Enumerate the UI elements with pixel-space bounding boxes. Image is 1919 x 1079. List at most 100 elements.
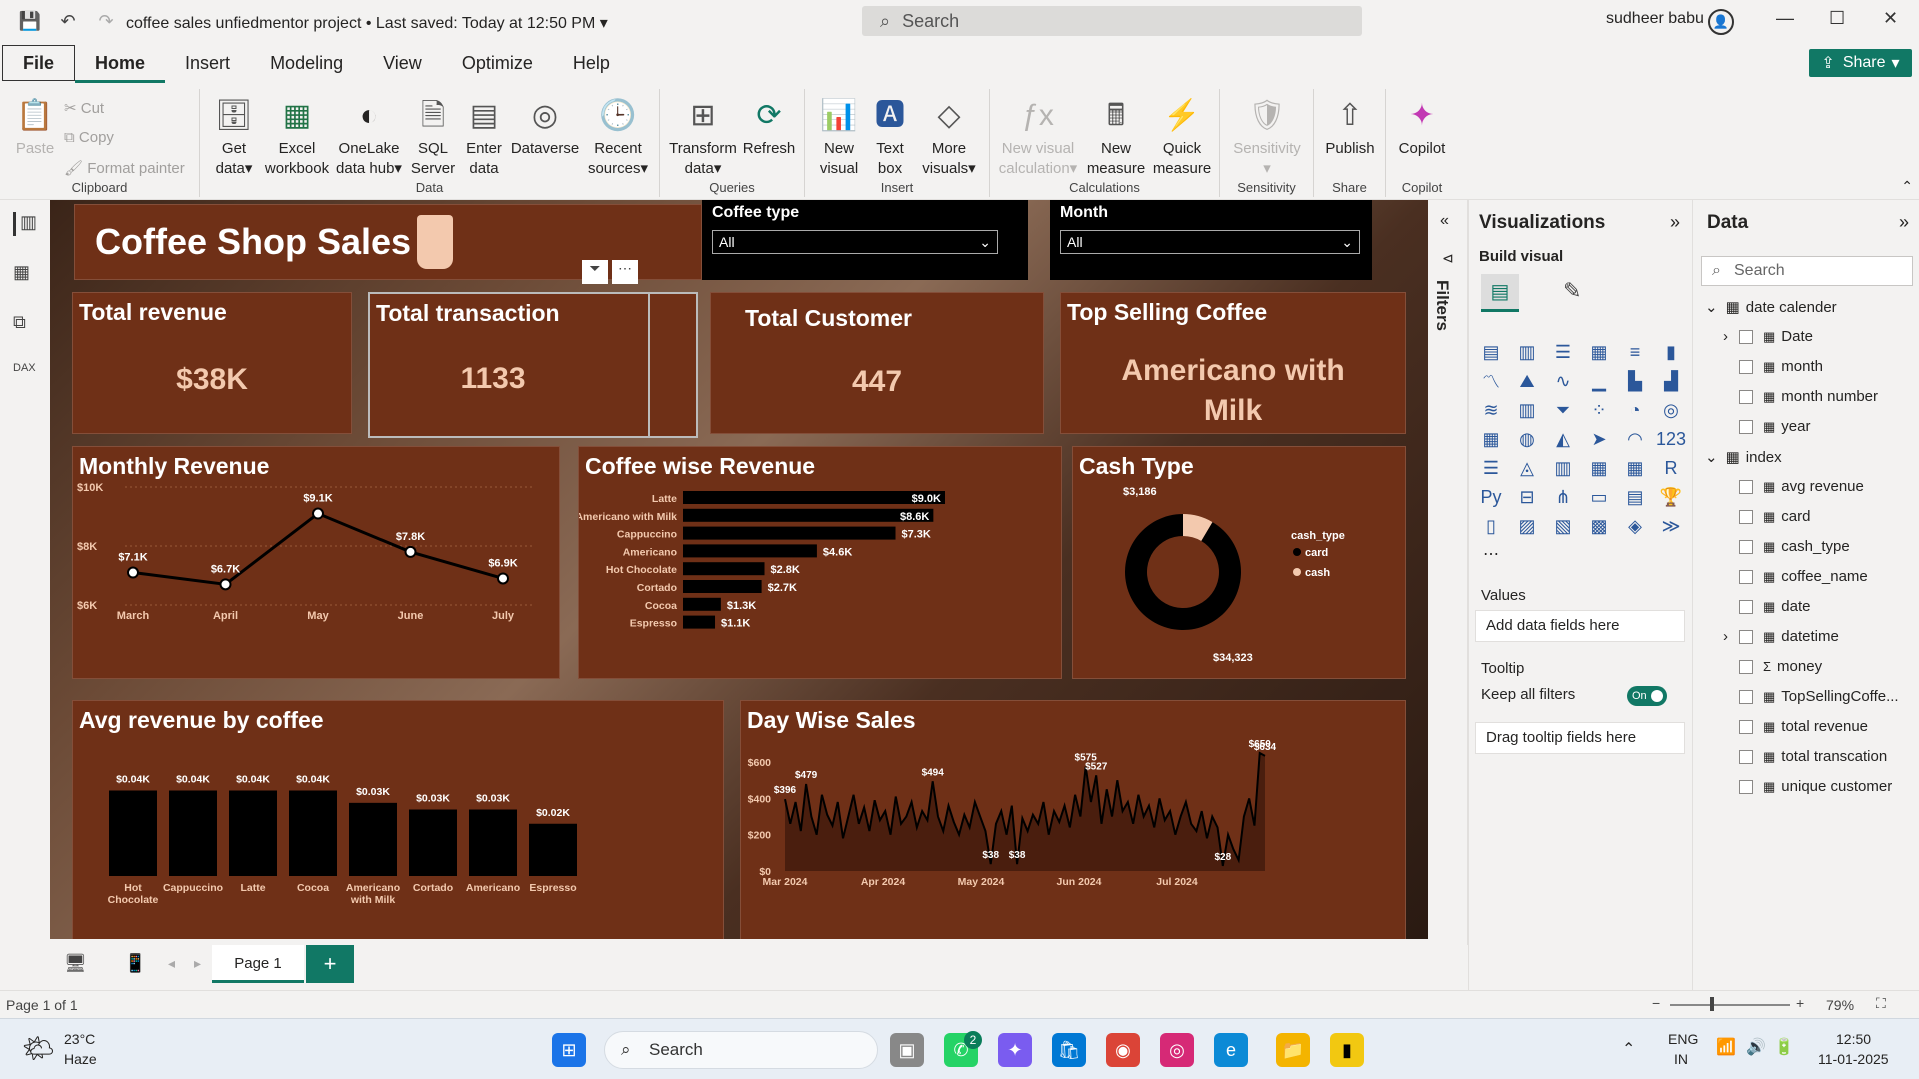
data-search-input[interactable]: ⌕ Search [1701, 256, 1913, 286]
field-item[interactable]: ▦ date [1723, 598, 1811, 615]
add-page-button[interactable]: + [306, 945, 354, 983]
field-checkbox[interactable] [1739, 509, 1753, 524]
visual-type-icon[interactable]: ▦ [1621, 454, 1649, 482]
table-node[interactable]: ⌄ ▦ index [1705, 448, 1782, 467]
field-item[interactable]: ▦ month [1723, 358, 1823, 375]
tab-view[interactable]: View [363, 43, 442, 83]
field-item[interactable]: ▦ coffee_name [1723, 568, 1868, 585]
visual-type-icon[interactable]: ☰ [1477, 454, 1505, 482]
collapse-left-icon[interactable]: « [1440, 212, 1449, 230]
tab-home[interactable]: Home [75, 43, 166, 83]
recent-sources-button[interactable]: 🕒 Recent sources▾ [582, 95, 654, 179]
visual-type-icon[interactable]: ≡ [1621, 338, 1649, 366]
new-visual-button[interactable]: 📊 New visual [813, 95, 865, 179]
field-item[interactable]: Σmoney [1723, 658, 1822, 675]
field-item[interactable]: ▦ TopSellingCoffe... [1723, 688, 1899, 705]
filters-pane[interactable]: « ⊲ Filters [1428, 200, 1468, 945]
field-item[interactable]: ▦ card [1723, 508, 1810, 525]
copilot-button[interactable]: ✦ Copilot [1392, 95, 1452, 159]
visual-type-icon[interactable]: ▭ [1585, 483, 1613, 511]
field-checkbox[interactable] [1739, 659, 1753, 674]
table-node[interactable]: ⌄ ▦ date calender [1705, 298, 1837, 317]
visual-type-icon[interactable]: ▨ [1513, 512, 1541, 540]
visual-type-icon[interactable]: ▮ [1657, 338, 1685, 366]
powerbi-icon[interactable]: ▮ [1330, 1033, 1364, 1067]
tab-modeling[interactable]: Modeling [250, 43, 363, 83]
tab-insert[interactable]: Insert [165, 43, 250, 83]
chevron-down-icon[interactable]: ⌄ [1705, 448, 1718, 466]
minimize-icon[interactable]: — [1776, 8, 1794, 29]
redo-icon[interactable]: ↷ [92, 7, 120, 35]
visual-type-icon[interactable]: ▦ [1585, 338, 1613, 366]
visual-type-icon[interactable]: ▁ [1585, 367, 1613, 395]
field-checkbox[interactable] [1739, 359, 1753, 374]
field-item[interactable]: ▦ total revenue [1723, 718, 1868, 735]
sensitivity-button[interactable]: 🛡 Sensitivity ▾ [1224, 95, 1310, 179]
tooltip-drop-zone[interactable]: Drag tooltip fields here [1475, 722, 1685, 754]
sql-server-button[interactable]: 🗎 SQL Server [408, 95, 458, 179]
paste-button[interactable]: 📋 Paste [12, 95, 58, 159]
tab-optimize[interactable]: Optimize [442, 43, 553, 83]
zoom-in-icon[interactable]: + [1796, 995, 1804, 1011]
field-item[interactable]: ▦ unique customer [1723, 778, 1892, 795]
field-checkbox[interactable] [1739, 689, 1753, 704]
field-item[interactable]: ▦ total transcation [1723, 748, 1887, 765]
visual-type-icon[interactable]: ▙ [1621, 367, 1649, 395]
refresh-button[interactable]: ⟳ Refresh [740, 95, 798, 159]
values-drop-zone[interactable]: Add data fields here [1475, 610, 1685, 642]
next-page-icon[interactable]: ▸ [194, 955, 201, 972]
visual-type-icon[interactable]: ▯ [1477, 512, 1505, 540]
transform-data-button[interactable]: ⊞ Transform data▾ [668, 95, 738, 179]
expand-right-icon[interactable]: » [1670, 212, 1680, 233]
field-item[interactable]: › ▦ Date [1723, 328, 1813, 345]
field-checkbox[interactable] [1739, 629, 1753, 644]
get-data-button[interactable]: 🗄 Get data▾ [208, 95, 260, 179]
build-visual-icon[interactable]: ▤ [1481, 274, 1519, 312]
visual-type-icon[interactable]: ▥ [1513, 396, 1541, 424]
chevron-down-icon[interactable]: ▾ [600, 15, 608, 32]
field-checkbox[interactable] [1739, 539, 1753, 554]
format-visual-icon[interactable]: ✎ [1563, 278, 1581, 304]
report-view-icon[interactable]: ▥ [13, 212, 37, 236]
visual-type-icon[interactable]: ▟ [1657, 367, 1685, 395]
start-icon[interactable]: ⊞ [552, 1033, 586, 1067]
visual-type-icon[interactable]: ◬ [1513, 454, 1541, 482]
field-checkbox[interactable] [1739, 329, 1753, 344]
visual-type-icon[interactable]: 🏆 [1657, 483, 1685, 511]
battery-icon[interactable]: 🔋 [1774, 1037, 1794, 1057]
edge-icon[interactable]: e [1214, 1033, 1248, 1067]
mobile-view-icon[interactable]: 📱 [124, 953, 146, 974]
coffee-type-dropdown[interactable]: All ⌄ [712, 230, 998, 254]
field-checkbox[interactable] [1739, 599, 1753, 614]
maximize-icon[interactable]: ☐ [1829, 8, 1845, 29]
visual-type-icon[interactable]: ⁘ [1585, 396, 1613, 424]
visual-type-icon[interactable]: ▥ [1513, 338, 1541, 366]
tab-help[interactable]: Help [553, 43, 630, 83]
field-checkbox[interactable] [1739, 719, 1753, 734]
instagram-icon[interactable]: ◎ [1160, 1033, 1194, 1067]
text-box-button[interactable]: 🅰 Text box [867, 95, 913, 179]
visual-type-icon[interactable]: ▧ [1549, 512, 1577, 540]
visual-type-icon[interactable]: ◎ [1657, 396, 1685, 424]
desktop-view-icon[interactable]: 🖥 [64, 953, 87, 974]
collapse-ribbon-icon[interactable]: ⌃ [1901, 178, 1913, 195]
chrome-icon[interactable]: ◉ [1106, 1033, 1140, 1067]
field-item[interactable]: ▦ month number [1723, 388, 1878, 405]
visual-type-icon[interactable]: ≫ [1657, 512, 1685, 540]
field-item[interactable]: ▦ year [1723, 418, 1810, 435]
undo-icon[interactable]: ↶ [54, 7, 82, 35]
visual-type-icon[interactable]: ▥ [1549, 454, 1577, 482]
tab-file[interactable]: File [2, 45, 76, 81]
search-input[interactable]: ⌕ Search [862, 6, 1362, 36]
share-button[interactable]: ⇪ Share ▾ [1809, 49, 1912, 77]
format-painter-button[interactable]: 🖌 Format painter [64, 159, 185, 177]
visual-type-icon[interactable]: ◭ [1549, 425, 1577, 453]
file-explorer-icon[interactable]: 📁 [1276, 1033, 1310, 1067]
visual-type-icon[interactable]: ◠ [1621, 425, 1649, 453]
store-icon[interactable]: 🛍 [1052, 1033, 1086, 1067]
visual-type-icon[interactable]: ◈ [1621, 512, 1649, 540]
visual-type-icon[interactable]: ⏷ [1549, 396, 1577, 424]
field-checkbox[interactable] [1739, 479, 1753, 494]
onelake-button[interactable]: ◐ OneLake data hub▾ [332, 95, 406, 179]
field-item[interactable]: ▦ cash_type [1723, 538, 1850, 555]
